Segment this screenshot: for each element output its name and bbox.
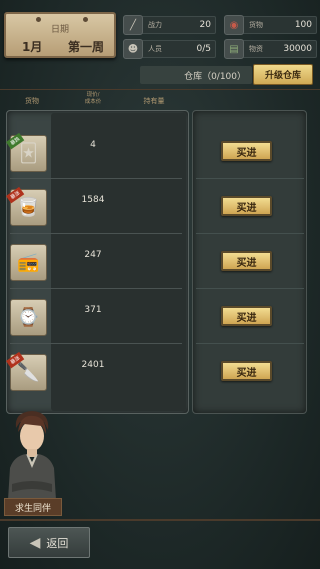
month-text: 1月	[22, 40, 43, 54]
divider	[0, 519, 320, 521]
date-label: 日期	[50, 25, 69, 35]
stat-label: 货物	[249, 21, 263, 29]
cash-icon: ▤	[224, 39, 244, 59]
item-price: 4	[90, 140, 96, 150]
item-price: 247	[84, 250, 102, 260]
row-divider	[10, 343, 182, 344]
stat-power: ╱ 战力 20	[123, 15, 216, 35]
buy-button[interactable]: 买进	[221, 196, 272, 216]
stat-supplies: ▤ 物资 30000	[224, 39, 317, 59]
date-card: 日期 1月 第一周	[4, 12, 116, 58]
col-holding: 持有量	[143, 97, 165, 105]
item-price: 2401	[81, 360, 105, 370]
companion-label[interactable]: 求生同伴	[4, 498, 62, 516]
radio-icon[interactable]: 📻	[10, 244, 47, 281]
stat-label: 战力	[148, 21, 162, 29]
buy-button[interactable]: 买进	[221, 306, 272, 326]
buy-button[interactable]: 买进	[221, 251, 272, 271]
stat-value: 30000	[283, 44, 312, 54]
meat-icon: ◉	[224, 15, 244, 35]
stat-goods: ◉ 货物 100	[224, 15, 317, 35]
col-goods: 货物	[25, 97, 39, 105]
stat-value: 0/5	[196, 44, 211, 54]
back-button[interactable]: ◀ 返回	[8, 527, 90, 558]
stat-value: 100	[294, 20, 312, 30]
buy-button[interactable]: 买进	[221, 361, 272, 381]
buy-button[interactable]: 买进	[221, 141, 272, 161]
item-price: 371	[84, 305, 102, 315]
stat-people: ☻ 人员 0/5	[123, 39, 216, 59]
stat-value: 20	[199, 20, 211, 30]
row-divider	[10, 178, 182, 179]
row-divider	[196, 343, 304, 344]
back-arrow-icon: ◀	[29, 534, 41, 551]
item-price: 1584	[81, 195, 105, 205]
upgrade-warehouse-button[interactable]: 升级仓库	[253, 64, 313, 85]
rifle-icon: ╱	[123, 15, 143, 35]
row-divider	[10, 288, 182, 289]
divider	[0, 89, 320, 90]
row-divider	[10, 233, 182, 234]
warehouse-bar: 仓库（0/100）	[140, 66, 252, 84]
week-text: 第一周	[68, 40, 105, 54]
survivor-icon: ☻	[123, 39, 143, 59]
companion-avatar[interactable]	[4, 408, 60, 500]
row-divider	[196, 233, 304, 234]
warehouse-capacity: 仓库（0/100）	[184, 72, 246, 82]
col-price: 现价/ 成本价	[84, 92, 102, 105]
row-divider	[196, 288, 304, 289]
stat-label: 人员	[148, 45, 162, 53]
watch-icon[interactable]: ⌚	[10, 299, 47, 336]
back-label: 返回	[46, 536, 69, 550]
stat-label: 物资	[249, 45, 263, 53]
row-divider	[196, 178, 304, 179]
